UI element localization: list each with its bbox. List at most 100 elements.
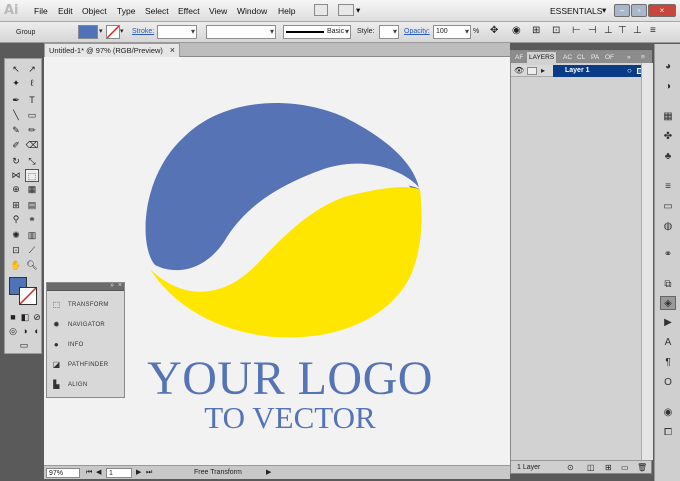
arrange-chevron-down-icon[interactable]: ▾ — [356, 5, 360, 16]
tab-actions[interactable]: AC — [561, 52, 574, 63]
variable-width-dropdown[interactable] — [206, 25, 276, 39]
align-bottom-icon[interactable]: ⊥ — [633, 25, 642, 36]
symbol-sprayer-tool-icon[interactable]: ✺ — [9, 229, 23, 242]
swatches-icon[interactable]: ▦ — [660, 110, 676, 124]
screen-mode-icon[interactable]: ▭ — [17, 339, 31, 352]
stroke-weight-field[interactable] — [157, 25, 197, 39]
document-close-icon[interactable]: × — [170, 45, 175, 55]
graphic-styles-icon[interactable]: ⧉ — [660, 278, 676, 292]
panel-close-icon[interactable]: × — [118, 282, 122, 289]
align-center-icon[interactable]: ⊣ — [588, 25, 597, 36]
stroke-panel-icon[interactable]: ≡ — [660, 180, 676, 194]
distribute-icon[interactable]: ⊥ — [604, 25, 613, 36]
eyedropper-tool-icon[interactable]: ⚲ — [9, 213, 23, 226]
color-panel-icon[interactable]: ◑ — [660, 80, 676, 94]
locate-object-icon[interactable]: ⊙ — [567, 461, 574, 474]
last-artboard-icon[interactable]: ⏭ — [146, 468, 152, 478]
gradient-tool-icon[interactable]: ▤ — [25, 199, 39, 212]
slice-tool-icon[interactable]: ⟋ — [25, 244, 39, 257]
panel-item-info[interactable]: ● INFO — [51, 339, 84, 353]
selection-tool-icon[interactable]: ↖ — [9, 63, 23, 76]
workspace-chevron-down-icon[interactable]: ▾ — [602, 5, 606, 16]
blend-tool-icon[interactable]: ⚭ — [25, 213, 39, 226]
appearance-icon[interactable]: ⚭ — [660, 248, 676, 262]
visibility-eye-icon[interactable]: 👁︎ — [514, 66, 524, 75]
menu-effect[interactable]: Effect — [178, 6, 200, 16]
live-paint-tool-icon[interactable]: ▦ — [25, 183, 39, 196]
new-layer-icon[interactable]: ▭ — [621, 461, 629, 474]
width-tool-icon[interactable]: ⋈ — [9, 169, 23, 182]
delete-layer-icon[interactable]: 🗑︎ — [637, 461, 647, 474]
previous-artboard-icon[interactable]: ◀ — [96, 468, 101, 478]
type-tool-icon[interactable]: T — [25, 94, 39, 107]
magic-wand-tool-icon[interactable]: ✦ — [9, 77, 23, 90]
make-clipping-mask-icon[interactable]: ◫ — [587, 461, 595, 474]
brush-definition-dropdown[interactable]: Basic — [283, 25, 351, 39]
minimize-button[interactable]: – — [614, 4, 630, 17]
free-transform-tool-icon[interactable]: ⬚ — [25, 169, 39, 182]
recolor-artwork-icon[interactable]: ✥ — [490, 25, 498, 36]
arrange-documents-icon[interactable] — [338, 4, 354, 16]
character-icon[interactable]: A — [660, 336, 676, 350]
menu-edit[interactable]: Edit — [58, 6, 73, 16]
workspace-switcher[interactable]: ESSENTIALS — [550, 6, 602, 16]
panel-menu-icon[interactable]: ≡ — [639, 52, 647, 63]
panel-header[interactable]: » × — [47, 282, 124, 291]
transform-icon[interactable]: ⊡ — [552, 25, 560, 36]
target-icon[interactable]: ○ — [627, 66, 632, 75]
opentype-icon[interactable]: O — [660, 376, 676, 390]
graph-tool-icon[interactable]: ▥ — [25, 229, 39, 242]
new-sublayer-icon[interactable]: ⊞ — [605, 461, 612, 474]
none-mode-icon[interactable]: ⊘ — [30, 311, 44, 324]
zoom-field[interactable]: 97% — [46, 468, 80, 478]
layers-panel-icon[interactable]: ◈ — [660, 296, 676, 310]
fill-chevron-down-icon[interactable]: ▾ — [99, 27, 103, 35]
menu-object[interactable]: Object — [82, 6, 107, 16]
blob-brush-tool-icon[interactable]: ✐ — [9, 139, 23, 152]
lock-toggle[interactable] — [527, 67, 537, 75]
brushes-icon[interactable]: ✤ — [660, 130, 676, 144]
tab-paragraph[interactable]: PA — [589, 52, 601, 63]
expand-triangle-icon[interactable]: ▸ — [541, 66, 545, 75]
hand-tool-icon[interactable]: ✋ — [9, 259, 23, 272]
pencil-tool-icon[interactable]: ✏ — [25, 124, 39, 137]
panel-expand-icon[interactable]: » — [625, 52, 633, 63]
links-icon[interactable]: ⧠ — [660, 426, 676, 440]
line-tool-icon[interactable]: ╲ — [9, 109, 23, 122]
artboard-field[interactable]: 1 — [106, 468, 132, 478]
paintbrush-tool-icon[interactable]: ✎ — [9, 124, 23, 137]
stroke-label[interactable]: Stroke: — [132, 28, 154, 35]
panel-item-navigator[interactable]: ✹ NAVIGATOR — [51, 319, 105, 333]
panel-item-pathfinder[interactable]: ◪ PATHFINDER — [51, 359, 109, 373]
menu-help[interactable]: Help — [278, 6, 295, 16]
graphic-style-dropdown[interactable] — [379, 25, 399, 39]
align-left-icon[interactable]: ⊢ — [572, 25, 581, 36]
bridge-icon[interactable] — [314, 4, 328, 16]
menu-type[interactable]: Type — [117, 6, 135, 16]
eraser-tool-icon[interactable]: ⌫ — [25, 139, 39, 152]
lasso-tool-icon[interactable]: ℓ — [25, 77, 39, 90]
color-guide-icon[interactable]: ◕ — [660, 60, 676, 74]
zoom-tool-icon[interactable]: 🔍︎ — [25, 259, 39, 272]
menu-select[interactable]: Select — [145, 6, 169, 16]
opacity-field[interactable]: 100 — [433, 25, 471, 39]
menu-window[interactable]: Window — [237, 6, 267, 16]
rotate-tool-icon[interactable]: ↻ — [9, 155, 23, 168]
menu-file[interactable]: File — [34, 6, 48, 16]
align-options-icon[interactable]: ⊞ — [532, 25, 540, 36]
direct-selection-tool-icon[interactable]: ↗ — [25, 63, 39, 76]
panel-collapse-icon[interactable]: » — [110, 282, 114, 289]
control-menu-icon[interactable]: ≡ — [650, 25, 656, 36]
stroke-swatch[interactable] — [106, 25, 120, 39]
paragraph-icon[interactable]: ¶ — [660, 356, 676, 370]
fill-swatch[interactable] — [78, 25, 98, 39]
shape-builder-tool-icon[interactable]: ⊕ — [9, 183, 23, 196]
scale-tool-icon[interactable]: ⤡ — [25, 155, 39, 168]
stroke-chevron-down-icon[interactable]: ▾ — [120, 27, 124, 35]
artboard-tool-icon[interactable]: ⊡ — [9, 244, 23, 257]
layers-scrollbar[interactable] — [641, 63, 653, 460]
gradient-panel-icon[interactable]: ▭ — [660, 200, 676, 214]
artboards-icon[interactable]: ▶ — [660, 316, 676, 330]
layer-row[interactable]: 👁︎ ▸ Layer 1 ○ — [511, 65, 651, 77]
document-tab[interactable]: Untitled-1* @ 97% (RGB/Preview) × — [44, 43, 180, 57]
